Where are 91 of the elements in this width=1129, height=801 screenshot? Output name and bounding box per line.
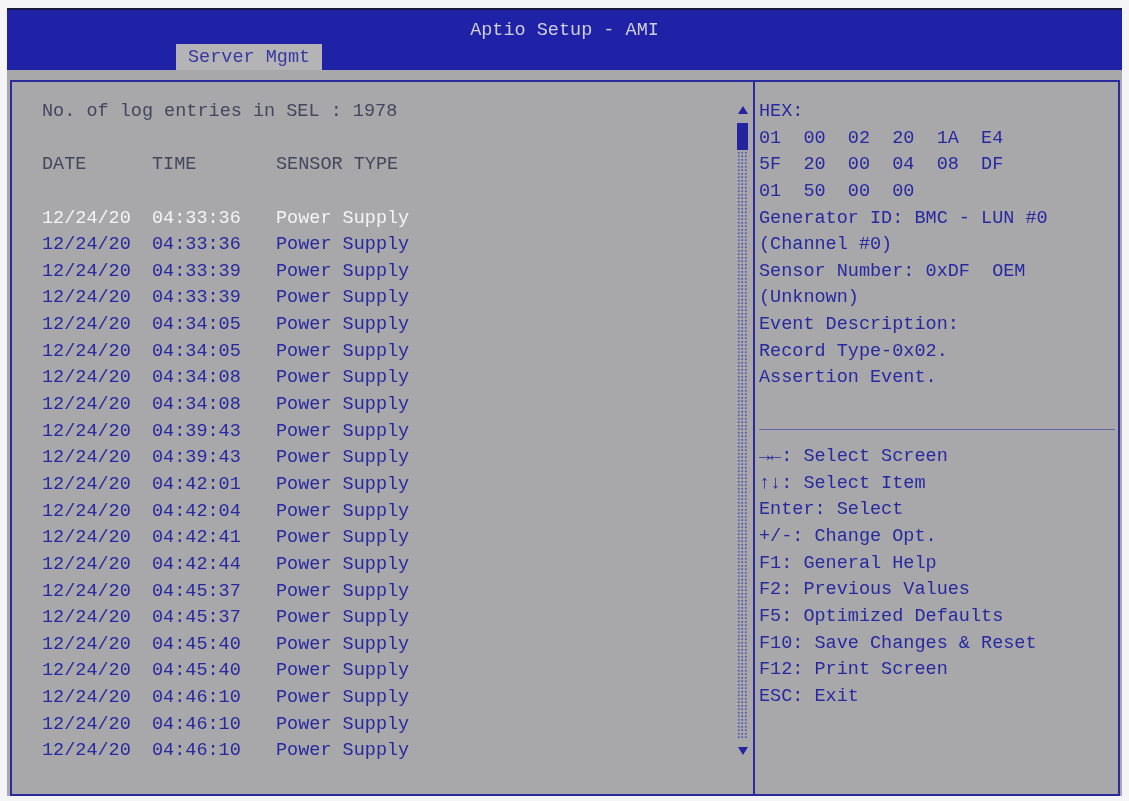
help-text: ↑↓: Select Item	[759, 471, 927, 496]
help-text: F10: Save Changes & Reset	[759, 631, 1038, 656]
help-text: +/-: Change Opt.	[759, 524, 938, 549]
log-time[interactable]: 04:42:01	[152, 471, 241, 499]
detail-text: 01 50 00 00	[759, 179, 916, 204]
tab[interactable]: Server Mgmt	[176, 44, 323, 71]
log-sensor-type[interactable]: Power Supply	[276, 471, 410, 499]
log-date[interactable]: 12/24/20	[42, 685, 131, 712]
log-date[interactable]: 12/24/20	[42, 285, 131, 313]
log-date[interactable]: 12/24/20	[42, 551, 131, 579]
log-date[interactable]: 12/24/20	[42, 258, 131, 286]
log-time[interactable]: 04:42:44	[152, 551, 241, 579]
scroll-up-arrow-icon[interactable]	[737, 106, 748, 114]
log-time[interactable]: 04:34:05	[152, 338, 241, 366]
help-text: →←: Select Screen	[759, 445, 949, 470]
detail-text: (Channel #0)	[759, 233, 894, 258]
log-date[interactable]: 12/24/20	[42, 365, 131, 393]
column-header: DATE	[42, 153, 87, 178]
detail-text: Sensor Number: 0xDF OEM	[759, 259, 1027, 284]
log-time[interactable]: 04:46:10	[152, 685, 241, 712]
log-date[interactable]: 12/24/20	[42, 578, 131, 606]
scrollbar-thumb[interactable]	[737, 123, 748, 150]
log-date[interactable]: 12/24/20	[42, 471, 131, 499]
log-date[interactable]: 12/24/20	[42, 738, 131, 766]
log-time[interactable]: 04:46:10	[152, 711, 241, 739]
log-time[interactable]: 04:39:43	[152, 445, 241, 472]
log-sensor-type[interactable]: Power Supply	[276, 525, 410, 552]
log-date[interactable]: 12/24/20	[42, 232, 131, 259]
column-header: TIME	[152, 153, 197, 178]
log-sensor-type[interactable]: Power Supply	[276, 392, 410, 419]
log-sensor-type[interactable]: Power Supply	[276, 445, 410, 472]
log-sensor-type[interactable]: Power Supply	[276, 258, 410, 286]
help-text: F12: Print Screen	[759, 658, 949, 683]
log-time[interactable]: 04:45:37	[152, 605, 241, 632]
log-date[interactable]: 12/24/20	[42, 711, 131, 739]
log-sensor-type[interactable]: Power Supply	[276, 312, 410, 339]
log-sensor-type[interactable]: Power Supply	[276, 685, 410, 712]
help-text: ESC: Exit	[759, 684, 860, 709]
log-sensor-type[interactable]: Power Supply	[276, 498, 410, 526]
log-sensor-type[interactable]: Power Supply	[276, 578, 410, 606]
log-count-text: No. of log entries in SEL : 1978	[42, 100, 399, 124]
detail-text: 5F 20 00 04 08 DF	[759, 153, 1005, 178]
log-time[interactable]: 04:45:40	[152, 631, 241, 659]
log-sensor-type[interactable]: Power Supply	[276, 631, 410, 659]
log-time[interactable]: 04:45:40	[152, 658, 241, 686]
log-sensor-type[interactable]: Power Supply	[276, 232, 410, 259]
detail-text: Assertion Event.	[759, 366, 938, 391]
log-time[interactable]: 04:34:08	[152, 365, 241, 393]
detail-text: HEX:	[759, 100, 805, 124]
help-text: F2: Previous Values	[759, 578, 971, 603]
help-text: Enter: Select	[759, 498, 905, 523]
detail-text: Event Description:	[759, 313, 960, 338]
log-sensor-type[interactable]: Power Supply	[276, 711, 410, 739]
log-time[interactable]: 04:34:08	[152, 392, 241, 419]
log-sensor-type[interactable]: Power Supply	[276, 365, 410, 393]
log-sensor-type[interactable]: Power Supply	[276, 285, 410, 313]
window-title: Aptio Setup - AMI	[470, 19, 659, 43]
log-sensor-type[interactable]: Power Supply	[276, 738, 410, 766]
log-time[interactable]: 04:39:43	[152, 418, 241, 446]
log-date[interactable]: 12/24/20	[42, 605, 131, 632]
scrollbar-track[interactable]	[737, 123, 748, 738]
log-date[interactable]: 12/24/20	[42, 392, 131, 419]
detail-text: Generator ID: BMC - LUN #0	[759, 206, 1049, 231]
log-sensor-type[interactable]: Power Supply	[276, 338, 410, 366]
log-time[interactable]: 04:42:04	[152, 498, 241, 526]
log-date[interactable]: 12/24/20	[42, 631, 131, 659]
detail-text: (Unknown)	[759, 286, 860, 311]
log-sensor-type[interactable]: Power Supply	[276, 605, 410, 632]
log-sensor-type[interactable]: Power Supply	[276, 551, 410, 579]
help-text: F5: Optimized Defaults	[759, 604, 1005, 629]
log-date[interactable]: 12/24/20	[42, 312, 131, 339]
log-date[interactable]: 12/24/20	[42, 658, 131, 686]
detail-text: 01 00 02 20 1A E4	[759, 126, 1005, 151]
help-text: F1: General Help	[759, 551, 938, 576]
detail-text: Record Type-0x02.	[759, 339, 949, 364]
log-time[interactable]: 04:33:36	[152, 232, 241, 259]
log-date[interactable]: 12/24/20	[42, 498, 131, 526]
log-time[interactable]: 04:34:05	[152, 312, 241, 339]
log-time[interactable]: 04:33:39	[152, 258, 241, 286]
log-time[interactable]: 04:42:41	[152, 525, 241, 552]
log-date[interactable]: 12/24/20	[42, 445, 131, 472]
log-date[interactable]: 12/24/20	[42, 525, 131, 552]
log-time[interactable]: 04:45:37	[152, 578, 241, 606]
column-header: SENSOR TYPE	[276, 153, 399, 178]
log-date[interactable]: 12/24/20	[42, 418, 131, 446]
log-sensor-type[interactable]: Power Supply	[276, 658, 410, 686]
log-time[interactable]: 04:33:39	[152, 285, 241, 313]
log-date[interactable]: 12/24/20	[42, 338, 131, 366]
log-time[interactable]: 04:46:10	[152, 738, 241, 766]
scroll-down-arrow-icon[interactable]	[737, 747, 748, 755]
log-sensor-type[interactable]: Power Supply	[276, 418, 410, 446]
